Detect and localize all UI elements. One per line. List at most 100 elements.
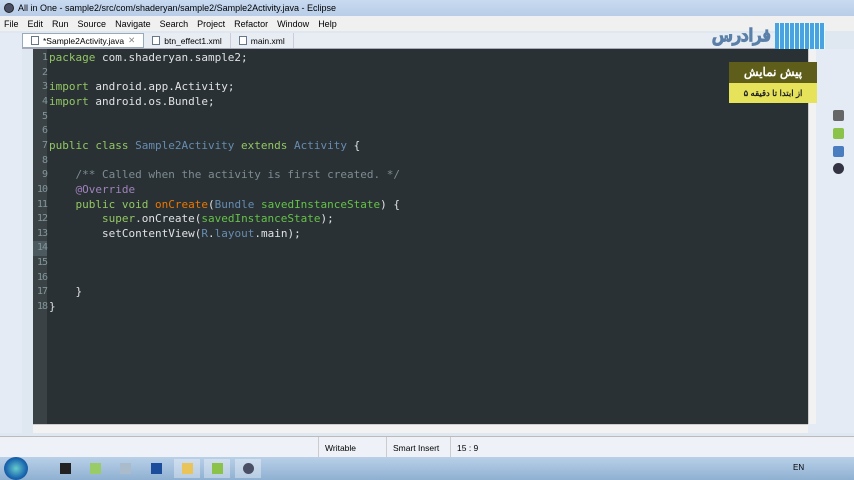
code-token: .: [207, 226, 215, 240]
code-editor[interactable]: 1 package com.shaderyan.sample2; 2 3 import …: [33, 49, 808, 424]
code-token: com.shaderyan.sample2;: [95, 51, 248, 64]
line-number: 18: [36, 301, 48, 313]
menu-edit[interactable]: Edit: [28, 19, 44, 29]
code-token: android.os.Bundle;: [88, 94, 215, 108]
line-number: 6: [41, 125, 48, 137]
line-number: 3: [41, 81, 48, 93]
menu-window[interactable]: Window: [277, 19, 309, 29]
line-number: 12: [36, 213, 48, 225]
line-number: 1: [41, 52, 48, 63]
status-writable: Writable: [318, 437, 386, 458]
code-line: public void onCreate(Bundle savedInstanc…: [49, 198, 400, 213]
tab-main-xml[interactable]: main.xml: [231, 33, 294, 48]
line-number: 17: [36, 286, 48, 298]
status-bar: Writable Smart Insert 15 : 9: [0, 436, 854, 458]
code-token: setContentView(: [49, 226, 202, 240]
code-token: android.app.Activity;: [88, 80, 235, 94]
code-token: savedInstanceState: [201, 212, 321, 226]
hierarchy-icon[interactable]: [833, 146, 844, 157]
vertical-scrollbar[interactable]: [808, 49, 816, 424]
ddms-icon[interactable]: [833, 163, 844, 174]
code-line: /** Called when the activity is first cr…: [49, 168, 400, 183]
code-token: Activity: [294, 138, 348, 152]
menu-navigate[interactable]: Navigate: [115, 19, 151, 29]
line-number: 9: [41, 169, 48, 181]
line-number: 11: [36, 198, 48, 210]
code-line: }: [49, 285, 82, 300]
line-number: 15: [36, 257, 48, 269]
menu-search[interactable]: Search: [160, 19, 189, 29]
code-token: }: [49, 285, 83, 299]
code-token: super: [49, 212, 136, 226]
taskbar-android[interactable]: [204, 459, 230, 478]
line-number: 4: [41, 95, 48, 107]
android-icon[interactable]: [833, 128, 844, 139]
taskbar-eclipse[interactable]: [235, 459, 261, 478]
code-token: }: [49, 300, 56, 314]
menu-help[interactable]: Help: [318, 19, 337, 29]
code-token: );: [320, 212, 334, 226]
line-number: 7: [41, 139, 48, 151]
code-token: ) {: [380, 197, 401, 211]
line-number: 10: [36, 183, 48, 195]
code-token: import: [49, 80, 89, 94]
taskbar-cmd[interactable]: [52, 459, 78, 478]
title-bar: All in One - sample2/src/com/shaderyan/s…: [0, 0, 854, 16]
tab--sample2activity-java[interactable]: *Sample2Activity.java ✕: [22, 33, 145, 48]
file-icon: [31, 36, 39, 45]
book-icon: [774, 23, 825, 49]
horizontal-scrollbar[interactable]: [33, 424, 808, 433]
code-token: {: [347, 138, 361, 152]
editor-tabs: *Sample2Activity.java ✕ btn_effect1.xml mai…: [22, 33, 808, 49]
taskbar-explorer[interactable]: [174, 459, 200, 478]
tab-label: *Sample2Activity.java: [43, 35, 125, 46]
menu-project[interactable]: Project: [197, 19, 225, 29]
status-cursor-position: 15 : 9: [450, 437, 520, 458]
menu-run[interactable]: Run: [52, 19, 69, 29]
code-token: onCreate: [154, 197, 208, 211]
code-token: import: [49, 94, 89, 108]
close-tab-icon[interactable]: ✕: [128, 35, 135, 46]
code-line: import android.app.Activity;: [49, 80, 234, 95]
code-token: public class: [49, 138, 136, 152]
preview-banner: پیش نمایش از ابتدا تا دقیقه ۵: [729, 62, 817, 103]
menu-refactor[interactable]: Refactor: [234, 19, 268, 29]
menu-file[interactable]: File: [4, 19, 19, 29]
eclipse-icon: [4, 3, 14, 13]
code-line: @Override: [49, 183, 135, 198]
taskbar-app[interactable]: [82, 459, 108, 478]
line-number: 14: [36, 242, 48, 254]
line-number: 2: [41, 66, 48, 78]
start-button[interactable]: [4, 457, 28, 480]
code-token: (: [207, 197, 215, 211]
taskbar-photoshop[interactable]: [143, 459, 169, 478]
code-token: package: [49, 51, 96, 64]
line-number: 5: [41, 110, 48, 122]
faradars-logo: فرادرس: [712, 20, 832, 52]
code-token: extends: [234, 138, 295, 152]
menu-source[interactable]: Source: [78, 19, 107, 29]
code-token: public void: [49, 197, 155, 211]
taskbar-app[interactable]: [112, 459, 138, 478]
code-line: }: [49, 300, 56, 315]
code-token: savedInstanceState: [254, 197, 381, 211]
code-line: setContentView(R.layout.main);: [49, 227, 301, 242]
line-number: 13: [36, 227, 48, 239]
code-token: Bundle: [214, 197, 255, 211]
line-number: 16: [36, 271, 48, 283]
code-token: /** Called when the activity is first cr…: [49, 168, 400, 182]
phone-icon[interactable]: [833, 110, 844, 121]
status-insert-mode: Smart Insert: [386, 437, 450, 458]
tab-label: main.xml: [250, 35, 285, 46]
code-line: package com.shaderyan.sample2;: [49, 51, 248, 66]
line-number: 8: [41, 154, 48, 166]
file-icon: [152, 36, 161, 45]
language-indicator[interactable]: EN: [793, 463, 804, 472]
tab-btn-effect1-xml[interactable]: btn_effect1.xml: [144, 33, 231, 48]
window-title: All in One - sample2/src/com/shaderyan/s…: [18, 3, 336, 13]
code-token: R: [201, 226, 208, 240]
taskbar: EN: [0, 457, 854, 480]
code-token: @Override: [49, 182, 136, 196]
code-token: layout: [214, 226, 255, 240]
tab-label: btn_effect1.xml: [164, 35, 222, 46]
